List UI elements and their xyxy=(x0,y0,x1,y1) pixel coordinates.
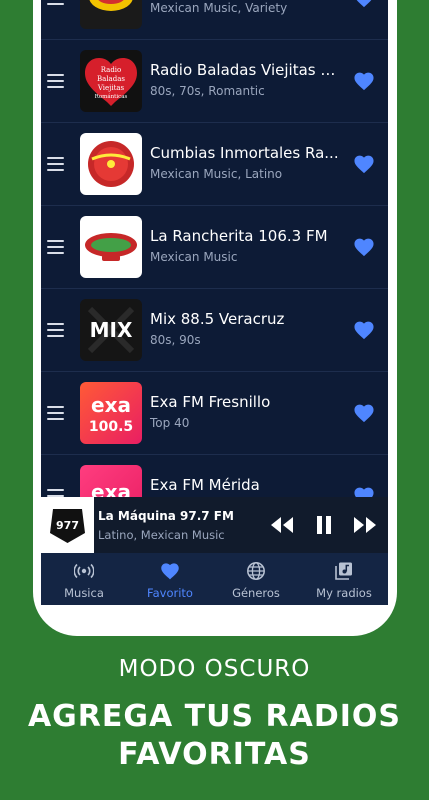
previous-icon[interactable] xyxy=(269,513,295,537)
station-title: Exa FM Fresnillo xyxy=(150,393,271,411)
next-icon[interactable] xyxy=(352,513,378,537)
nav-musica[interactable]: Musica xyxy=(41,553,127,605)
station-logo xyxy=(80,216,142,278)
caption-headline-line2: FAVORITAS xyxy=(118,737,311,772)
list-item[interactable]: MIX Mix 88.5 Veracruz 80s, 90s xyxy=(41,289,388,372)
nav-label: My radios xyxy=(316,586,372,600)
station-title: Cumbias Inmortales Ra... xyxy=(150,144,339,162)
app-screen: Mexican Music, Variety Radio Baladas Vie… xyxy=(41,0,388,605)
drag-handle-icon[interactable] xyxy=(47,74,64,88)
svg-text:Románticas: Románticas xyxy=(95,93,128,100)
station-logo: MIX xyxy=(80,299,142,361)
caption-headline: AGREGA TUS RADIOS FAVORITAS xyxy=(0,698,429,774)
nav-label: Musica xyxy=(64,586,104,600)
svg-text:977: 977 xyxy=(56,519,79,532)
station-genres: Top 40 xyxy=(150,416,190,430)
favorite-heart-icon[interactable] xyxy=(353,0,375,8)
station-title: Radio Baladas Viejitas R... xyxy=(150,61,340,79)
nav-label: Géneros xyxy=(232,586,280,600)
drag-handle-icon[interactable] xyxy=(47,240,64,254)
station-title: Mix 88.5 Veracruz xyxy=(150,310,285,328)
list-item[interactable]: exa 100.5 Exa FM Fresnillo Top 40 xyxy=(41,372,388,455)
favorites-list: Mexican Music, Variety Radio Baladas Vie… xyxy=(41,0,388,538)
radio-waves-icon xyxy=(74,563,94,579)
svg-text:Radio: Radio xyxy=(101,66,122,74)
station-genres: Mexican Music, Latino xyxy=(150,167,283,181)
favorite-heart-icon[interactable] xyxy=(353,320,375,340)
station-genres: Mexican Music, Variety xyxy=(150,1,288,15)
player-genres: Latino, Mexican Music xyxy=(98,528,225,542)
nav-generos[interactable]: Géneros xyxy=(213,553,299,605)
player-title: La Máquina 97.7 FM xyxy=(98,509,234,523)
station-logo: Radio Baladas Viejitas Románticas xyxy=(80,50,142,112)
svg-text:Viejitas: Viejitas xyxy=(97,84,125,92)
globe-icon xyxy=(247,562,265,580)
drag-handle-icon[interactable] xyxy=(47,406,64,420)
favorite-heart-icon[interactable] xyxy=(353,403,375,423)
bottom-navigation: Musica Favorito Géneros My radios xyxy=(41,553,388,605)
svg-text:100.5: 100.5 xyxy=(89,419,133,435)
station-logo: exa 100.5 xyxy=(80,382,142,444)
caption-headline-line1: AGREGA TUS RADIOS xyxy=(27,699,402,734)
nav-favorito[interactable]: Favorito xyxy=(127,553,213,605)
favorite-heart-icon[interactable] xyxy=(353,71,375,91)
caption-mode: MODO OSCURO xyxy=(118,656,311,682)
mini-player[interactable]: 977 La Máquina 97.7 FM Latino, Mexican M… xyxy=(41,497,388,553)
nav-my-radios[interactable]: My radios xyxy=(301,553,387,605)
favorite-heart-icon[interactable] xyxy=(353,154,375,174)
drag-handle-icon[interactable] xyxy=(47,0,64,5)
station-logo xyxy=(80,133,142,195)
station-genres: Mexican Music xyxy=(150,250,238,264)
music-library-icon xyxy=(335,562,352,580)
list-item[interactable]: Cumbias Inmortales Ra... Mexican Music, … xyxy=(41,123,388,206)
svg-text:exa: exa xyxy=(91,393,131,417)
station-title: Exa FM Mérida xyxy=(150,476,260,494)
station-genres: 80s, 90s xyxy=(150,333,201,347)
list-item[interactable]: Radio Baladas Viejitas Románticas Radio … xyxy=(41,40,388,123)
player-station-logo: 977 xyxy=(41,497,94,553)
pause-icon[interactable] xyxy=(311,513,337,537)
svg-text:Baladas: Baladas xyxy=(97,75,125,83)
list-item[interactable]: La Rancherita 106.3 FM Mexican Music xyxy=(41,206,388,289)
station-genres: 80s, 70s, Romantic xyxy=(150,84,265,98)
heart-icon xyxy=(161,563,179,580)
drag-handle-icon[interactable] xyxy=(47,323,64,337)
station-title: La Rancherita 106.3 FM xyxy=(150,227,328,245)
favorite-heart-icon[interactable] xyxy=(353,237,375,257)
drag-handle-icon[interactable] xyxy=(47,157,64,171)
station-logo xyxy=(80,0,142,29)
svg-text:MIX: MIX xyxy=(90,318,133,342)
nav-label: Favorito xyxy=(147,586,193,600)
list-item[interactable]: Mexican Music, Variety xyxy=(41,0,388,40)
